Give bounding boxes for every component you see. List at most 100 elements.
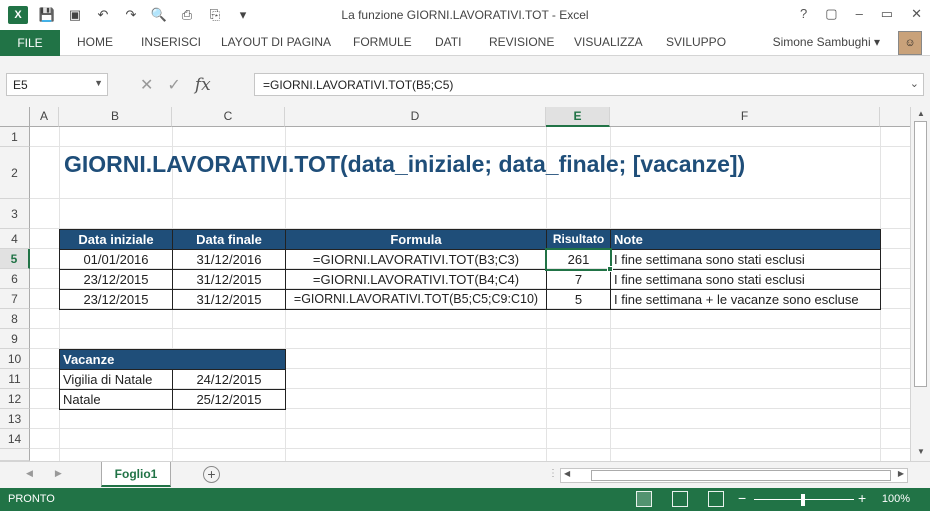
table-cell[interactable]: 31/12/2015 <box>172 289 286 310</box>
row-header-13[interactable]: 13 <box>0 409 30 429</box>
expand-icon[interactable]: ⌄ <box>910 77 919 90</box>
zoom-out-icon[interactable]: − <box>738 490 746 506</box>
print-preview-icon[interactable]: 🔍 <box>150 6 168 24</box>
close-icon[interactable]: ✕ <box>911 6 922 22</box>
print-icon[interactable]: ⎙ <box>178 6 196 24</box>
tab-inserisci[interactable]: INSERISCI <box>141 35 201 49</box>
tab-revisione[interactable]: REVISIONE <box>489 35 554 49</box>
vertical-scrollbar[interactable]: ▲ ▼ <box>910 107 930 461</box>
table-cell[interactable]: 31/12/2015 <box>172 269 286 290</box>
table-cell[interactable]: 23/12/2015 <box>59 269 173 290</box>
holidays-header[interactable]: Vacanze <box>59 349 286 370</box>
tab-visualizza[interactable]: VISUALIZZA <box>574 35 643 49</box>
restore-icon[interactable]: ▭ <box>881 6 893 22</box>
tab-file[interactable]: FILE <box>0 30 60 56</box>
user-name[interactable]: Simone Sambughi ▾ <box>773 35 880 49</box>
table-cell[interactable]: 31/12/2016 <box>172 249 286 270</box>
row-header-7[interactable]: 7 <box>0 289 30 309</box>
normal-view-icon[interactable] <box>636 491 652 507</box>
zoom-level[interactable]: 100% <box>882 493 910 505</box>
col-header-c[interactable]: C <box>172 107 285 127</box>
fill-handle[interactable] <box>607 266 613 272</box>
row-header-9[interactable]: 9 <box>0 329 30 349</box>
table-cell[interactable]: 5 <box>546 289 611 310</box>
cancel-icon[interactable]: ✕ <box>140 75 153 95</box>
avatar[interactable]: ☺ <box>898 31 922 55</box>
minimize-icon[interactable]: – <box>856 6 863 22</box>
scroll-up-icon[interactable]: ▲ <box>911 109 930 118</box>
col-header-b[interactable]: B <box>59 107 172 127</box>
row-header-10[interactable]: 10 <box>0 349 30 369</box>
undo-icon[interactable]: ↶ <box>94 6 112 24</box>
more-icon[interactable]: ▾ <box>234 6 252 24</box>
split-handle-icon[interactable]: ⋮ <box>548 468 558 479</box>
chevron-down-icon[interactable]: ▼ <box>94 78 103 88</box>
attach-icon[interactable]: ⎘ <box>206 6 224 24</box>
holiday-date[interactable]: 25/12/2015 <box>172 389 286 410</box>
table-header-cell[interactable]: Risultato <box>546 229 611 250</box>
name-box[interactable]: E5 ▼ <box>6 73 108 96</box>
tab-home[interactable]: HOME <box>77 35 113 49</box>
scroll-left-icon[interactable]: ◀ <box>564 469 570 478</box>
table-cell[interactable]: I fine settimana sono stati esclusi <box>610 249 881 270</box>
holiday-name[interactable]: Vigilia di Natale <box>59 369 173 390</box>
horizontal-scrollbar[interactable]: ◀ ▶ <box>560 468 908 483</box>
tab-sviluppo[interactable]: SVILUPPO <box>666 35 726 49</box>
redo-icon[interactable]: ↷ <box>122 6 140 24</box>
col-header-a[interactable]: A <box>30 107 59 127</box>
holiday-date[interactable]: 24/12/2015 <box>172 369 286 390</box>
add-sheet-icon[interactable]: + <box>203 466 220 483</box>
row-header-2[interactable]: 2 <box>0 147 30 199</box>
save-as-icon[interactable]: ▣ <box>66 6 84 24</box>
save-icon[interactable]: 💾 <box>38 6 56 24</box>
row-header-4[interactable]: 4 <box>0 229 30 249</box>
excel-logo-icon[interactable]: X <box>8 6 28 24</box>
prev-sheet-icon[interactable]: ◀ <box>26 468 33 479</box>
tab-formule[interactable]: FORMULE <box>353 35 412 49</box>
table-cell[interactable]: I fine settimana sono stati esclusi <box>610 269 881 290</box>
insert-function-icon[interactable]: fx <box>195 75 211 95</box>
tab-layout[interactable]: LAYOUT DI PAGINA <box>221 35 331 49</box>
table-cell[interactable]: 7 <box>546 269 611 290</box>
zoom-slider[interactable]: − + <box>738 490 868 507</box>
table-cell[interactable]: 01/01/2016 <box>59 249 173 270</box>
row-header-5[interactable]: 5 <box>0 249 30 269</box>
table-cell[interactable]: =GIORNI.LAVORATIVI.TOT(B4;C4) <box>285 269 547 290</box>
col-header-d[interactable]: D <box>285 107 546 127</box>
table-cell[interactable]: 23/12/2015 <box>59 289 173 310</box>
horizontal-scroll-thumb[interactable] <box>591 470 891 481</box>
help-icon[interactable]: ? <box>800 6 807 22</box>
row-header-14[interactable]: 14 <box>0 429 30 449</box>
row-header-6[interactable]: 6 <box>0 269 30 289</box>
worksheet-grid[interactable]: A B C D E F 1 2 3 4 5 6 7 8 9 10 11 12 1… <box>0 107 910 461</box>
table-cell[interactable]: =GIORNI.LAVORATIVI.TOT(B5;C5;C9:C10) <box>285 289 547 310</box>
scroll-right-icon[interactable]: ▶ <box>898 469 904 478</box>
scroll-down-icon[interactable]: ▼ <box>911 447 930 456</box>
row-header-11[interactable]: 11 <box>0 369 30 389</box>
vertical-scroll-thumb[interactable] <box>914 121 927 387</box>
col-header-e[interactable]: E <box>546 107 610 127</box>
holiday-name[interactable]: Natale <box>59 389 173 410</box>
enter-icon[interactable]: ✓ <box>167 75 180 95</box>
page-break-view-icon[interactable] <box>708 491 724 507</box>
table-header-cell[interactable]: Note <box>610 229 881 250</box>
next-sheet-icon[interactable]: ▶ <box>55 468 62 479</box>
col-header-f[interactable]: F <box>610 107 880 127</box>
ribbon-display-icon[interactable]: ▢ <box>825 6 837 22</box>
sheet-tab-foglio1[interactable]: Foglio1 <box>101 462 171 487</box>
row-header-3[interactable]: 3 <box>0 199 30 229</box>
formula-input[interactable]: =GIORNI.LAVORATIVI.TOT(B5;C5) ⌄ <box>254 73 924 96</box>
zoom-knob[interactable] <box>801 494 805 506</box>
row-header-12[interactable]: 12 <box>0 389 30 409</box>
table-header-cell[interactable]: Data finale <box>172 229 286 250</box>
row-header-1[interactable]: 1 <box>0 127 30 147</box>
table-header-cell[interactable]: Data iniziale <box>59 229 173 250</box>
tab-dati[interactable]: DATI <box>435 35 461 49</box>
page-layout-view-icon[interactable] <box>672 491 688 507</box>
table-header-cell[interactable]: Formula <box>285 229 547 250</box>
select-all-corner[interactable] <box>0 107 30 127</box>
row-header-8[interactable]: 8 <box>0 309 30 329</box>
table-cell[interactable]: I fine settimana + le vacanze sono esclu… <box>610 289 881 310</box>
table-cell[interactable]: =GIORNI.LAVORATIVI.TOT(B3;C3) <box>285 249 547 270</box>
zoom-in-icon[interactable]: + <box>858 490 866 506</box>
